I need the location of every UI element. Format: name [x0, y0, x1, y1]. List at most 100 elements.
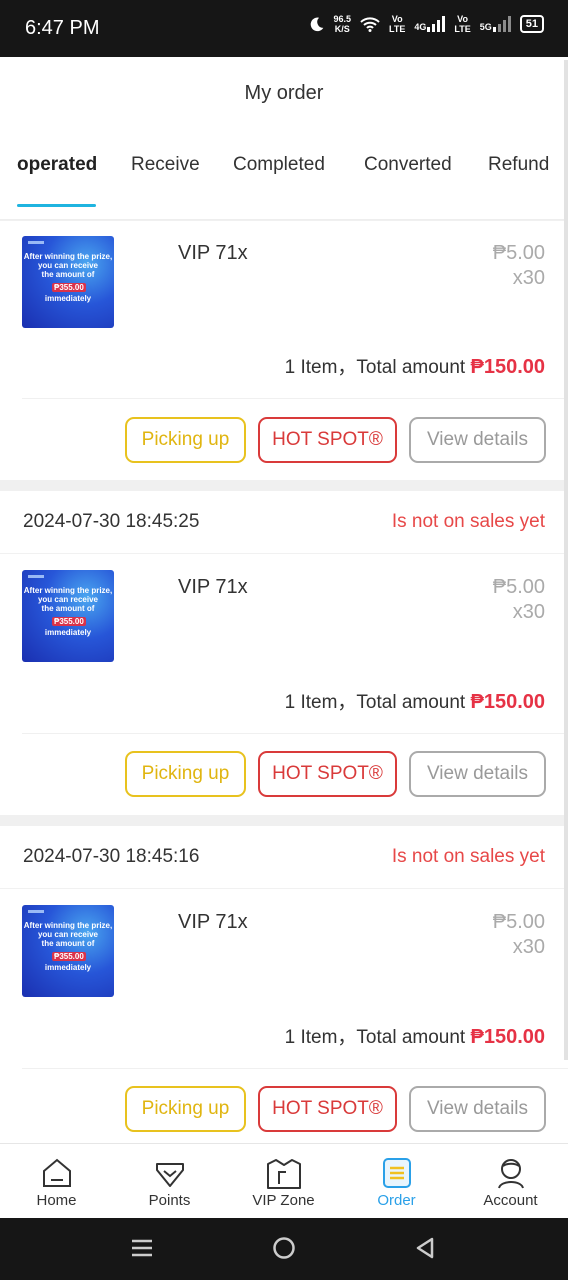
unit-price: ₱5.00 — [492, 911, 545, 933]
total-amount: ₱150.00 — [470, 1026, 545, 1048]
product-name: VIP 71x — [178, 576, 248, 598]
page-header: My order operated Receive Completed Conv… — [0, 57, 568, 220]
divider — [22, 398, 568, 399]
order-card-header: 2024-07-30 18:45:16 Is not on sales yet — [0, 826, 568, 889]
home-button-icon[interactable] — [272, 1236, 296, 1260]
volte-2-bottom: LTE — [454, 24, 471, 34]
picking-up-button[interactable]: Picking up — [125, 417, 246, 463]
vip-zone-icon — [266, 1159, 301, 1189]
network-type-4g: 4G — [414, 22, 427, 32]
status-icons: 96.5 K/S Vo LTE 4G Vo LTE 5G 51 — [308, 14, 544, 34]
tab-completed[interactable]: Completed — [233, 154, 325, 176]
summary-label: 1 Item，Total amount — [284, 357, 471, 378]
quantity: x30 — [512, 601, 545, 623]
order-tabs: operated Receive Completed Converted Ref… — [0, 154, 568, 184]
thumbnail-text: immediately — [44, 963, 92, 972]
nav-label: Home — [36, 1192, 77, 1209]
order-card: After winning the prize, you can receive… — [0, 221, 568, 480]
thumbnail-logo — [28, 241, 44, 244]
nav-label: Account — [483, 1192, 538, 1209]
thumbnail-text: After winning the prize, — [23, 921, 113, 930]
system-nav-bar — [0, 1218, 568, 1280]
tab-receive[interactable]: Receive — [131, 154, 200, 176]
volte-1: Vo LTE — [389, 14, 405, 34]
thumbnail-amount: ₱355.00 — [52, 617, 86, 626]
status-time: 6:47 PM — [25, 17, 100, 39]
thumbnail-amount: ₱355.00 — [52, 952, 86, 961]
order-list-icon — [382, 1158, 411, 1188]
hot-spot-button[interactable]: HOT SPOT® — [258, 751, 397, 797]
network-speed: 96.5 K/S — [334, 14, 352, 34]
volte-2-top: Vo — [457, 14, 468, 24]
moon-icon — [310, 17, 323, 31]
order-summary: 1 Item，Total amount ₱150.00 — [285, 352, 545, 379]
view-details-button[interactable]: View details — [409, 751, 546, 797]
nav-points[interactable]: Points — [113, 1144, 226, 1219]
page-title: My order — [244, 82, 324, 104]
volte-1-top: Vo — [391, 14, 403, 24]
gem-icon — [155, 1163, 184, 1187]
product-name: VIP 71x — [178, 242, 248, 264]
quantity: x30 — [512, 267, 545, 289]
thumbnail-text: immediately — [44, 294, 92, 303]
total-amount: ₱150.00 — [470, 356, 545, 378]
bottom-nav: Home Points VIP Zone Order Account — [0, 1143, 568, 1218]
user-icon — [497, 1159, 524, 1189]
nav-home[interactable]: Home — [0, 1144, 113, 1219]
wifi-icon — [360, 17, 380, 32]
nav-label: Points — [148, 1192, 191, 1209]
signal-icon — [427, 16, 446, 32]
picking-up-button[interactable]: Picking up — [125, 751, 246, 797]
network-speed-unit: K/S — [334, 24, 350, 34]
active-tab-indicator — [17, 204, 96, 207]
nav-order[interactable]: Order — [340, 1144, 453, 1219]
product-thumbnail[interactable]: After winning the prize, you can receive… — [22, 905, 114, 997]
home-icon — [42, 1158, 71, 1187]
nav-vip-zone[interactable]: VIP Zone — [227, 1144, 340, 1219]
tab-operated[interactable]: operated — [17, 154, 97, 176]
summary-label: 1 Item，Total amount — [284, 692, 471, 713]
product-thumbnail[interactable]: After winning the prize, you can receive… — [22, 236, 114, 328]
recents-icon[interactable] — [130, 1236, 154, 1260]
quantity: x30 — [512, 936, 545, 958]
unit-price: ₱5.00 — [492, 576, 545, 598]
scrollbar[interactable] — [564, 60, 568, 1060]
signal-2: 5G — [480, 16, 511, 32]
divider — [22, 1068, 568, 1069]
product-thumbnail[interactable]: After winning the prize, you can receive… — [22, 570, 114, 662]
order-time: 2024-07-30 18:45:16 — [23, 846, 200, 867]
summary-label: 1 Item，Total amount — [284, 1027, 471, 1048]
view-details-button[interactable]: View details — [409, 1086, 546, 1132]
order-status: Is not on sales yet — [391, 846, 545, 867]
nav-label: VIP Zone — [252, 1192, 315, 1209]
order-card: 2024-07-30 18:45:25 Is not on sales yet … — [0, 491, 568, 815]
thumbnail-text: the amount of — [41, 270, 95, 279]
order-card: 2024-07-30 18:45:16 Is not on sales yet … — [0, 826, 568, 1143]
thumbnail-text: you can receive — [37, 930, 99, 939]
thumbnail-text: you can receive — [37, 261, 99, 270]
network-speed-value: 96.5 — [333, 14, 352, 24]
divider — [22, 733, 568, 734]
view-details-button[interactable]: View details — [409, 417, 546, 463]
back-icon[interactable] — [413, 1236, 437, 1260]
order-time: 2024-07-30 18:45:25 — [23, 511, 200, 532]
volte-2: Vo LTE — [454, 14, 470, 34]
unit-price: ₱5.00 — [492, 242, 545, 264]
order-status: Is not on sales yet — [391, 511, 545, 532]
thumbnail-text: After winning the prize, — [23, 252, 113, 261]
tab-converted[interactable]: Converted — [364, 154, 452, 176]
total-amount: ₱150.00 — [470, 691, 545, 713]
volte-1-bottom: LTE — [389, 24, 406, 34]
thumbnail-text: the amount of — [41, 604, 95, 613]
picking-up-button[interactable]: Picking up — [125, 1086, 246, 1132]
thumbnail-text: After winning the prize, — [23, 586, 113, 595]
network-type-5g: 5G — [479, 22, 492, 32]
tab-refund[interactable]: Refund — [488, 154, 549, 176]
nav-account[interactable]: Account — [454, 1144, 567, 1219]
signal-icon-2 — [492, 16, 511, 32]
thumbnail-text: the amount of — [41, 939, 95, 948]
hot-spot-button[interactable]: HOT SPOT® — [258, 417, 397, 463]
hot-spot-button[interactable]: HOT SPOT® — [258, 1086, 397, 1132]
order-summary: 1 Item，Total amount ₱150.00 — [285, 1022, 545, 1049]
battery-icon: 51 — [519, 15, 544, 33]
